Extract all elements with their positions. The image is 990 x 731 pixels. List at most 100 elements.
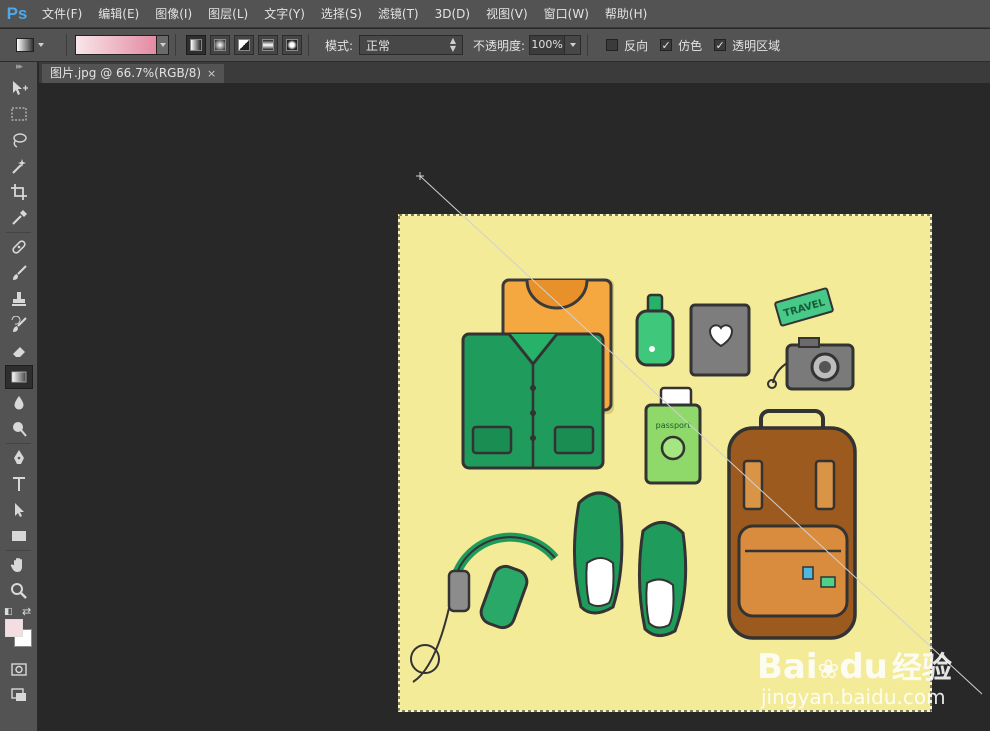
diamond-gradient-icon [286,39,298,51]
angle-gradient-button[interactable] [234,35,254,55]
linear-gradient-icon [190,39,202,51]
blend-mode-select[interactable]: 正常 ▲ ▼ [359,35,464,55]
menu-layer[interactable]: 图层(L) [200,0,256,28]
healing-brush-tool[interactable] [5,235,33,259]
clone-stamp-tool[interactable] [5,287,33,311]
gradient-preview[interactable] [75,35,157,55]
watermark-cn: 经验 [891,651,952,686]
photoshop-logo: Ps [6,3,28,23]
eyedropper-tool[interactable] [5,206,33,230]
chevron-down-icon [569,43,576,47]
watermark-brand: Bai [757,647,818,687]
hand-tool[interactable] [5,553,33,577]
paw-icon: ❀ [817,655,840,685]
menu-file[interactable]: 文件(F) [34,0,90,28]
chevron-down-icon [159,43,166,47]
checkbox-box [606,39,619,51]
transparency-label: 透明区域 [732,38,781,53]
menu-bar: Ps 文件(F) 编辑(E) 图像(I) 图层(L) 文字(Y) 选择(S) 滤… [0,0,990,28]
panel-grip-icon[interactable]: ▸▸ [0,62,37,74]
gradient-tool[interactable] [5,365,33,389]
dither-label: 仿色 [678,38,703,53]
radial-gradient-button[interactable] [210,35,230,55]
menu-select[interactable]: 选择(S) [313,0,370,28]
radial-gradient-icon [214,39,226,51]
menu-window[interactable]: 窗口(W) [536,0,597,28]
screen-mode-button[interactable] [5,683,33,707]
magic-wand-tool[interactable] [5,154,33,178]
history-brush-icon [11,316,27,332]
menu-edit[interactable]: 编辑(E) [90,0,147,28]
blend-mode-value: 正常 [366,38,391,53]
reflected-gradient-button[interactable] [258,35,278,55]
close-icon[interactable]: × [207,64,216,83]
menu-filter[interactable]: 滤镜(T) [370,0,427,28]
watermark-url: jingyan.baidu.com [761,685,946,709]
eraser-icon [13,347,25,357]
blur-tool[interactable] [5,391,33,415]
move-icon [13,81,28,95]
foreground-color-swatch[interactable] [5,619,23,637]
backpack-illustration [727,409,857,640]
gradient-tool-icon [16,38,34,52]
linear-gradient-button[interactable] [186,35,206,55]
watermark-brand-after: du [839,647,888,687]
quick-mask-button[interactable] [5,657,33,681]
gradient-dropdown-button[interactable] [157,35,169,55]
tools-panel: ▸▸ ◧ ⇄ [0,62,38,731]
bandage-icon [12,240,26,254]
menu-image[interactable]: 图像(I) [147,0,200,28]
transparency-checkbox[interactable]: ✓ 透明区域 [714,37,780,54]
hand-icon [10,558,22,572]
menu-type[interactable]: 文字(Y) [256,0,313,28]
divider [587,34,589,56]
shape-tool[interactable] [5,524,33,548]
opacity-label: 不透明度: [473,38,526,53]
default-colors-icon[interactable]: ◧ [4,607,13,617]
menu-view[interactable]: 视图(V) [478,0,536,28]
lasso-icon [13,133,27,148]
type-icon [13,477,25,491]
checkbox-checked-icon: ✓ [660,38,673,52]
rectangle-icon [12,531,26,541]
menu-help[interactable]: 帮助(H) [597,0,655,28]
swap-colors-icon[interactable]: ⇄ [22,605,31,618]
eraser-tool[interactable] [5,339,33,363]
stamp-icon [12,292,26,306]
opacity-input[interactable]: 100% [529,35,566,55]
chevron-down-icon [38,43,44,47]
zoom-tool[interactable] [5,579,33,603]
canvas-view[interactable]: TRAVEL passport [39,83,990,731]
document-tab[interactable]: 图片.jpg @ 66.7%(RGB/8) × [42,64,225,83]
eyedropper-icon [12,210,27,225]
document-image[interactable]: TRAVEL passport [398,214,932,712]
divider [175,34,176,56]
lasso-tool[interactable] [5,128,33,152]
baidu-watermark: Bai❀du 经验 [757,643,952,687]
canvas-workspace[interactable]: TRAVEL passport Bai❀du 经验 jingyan.baidu.… [39,83,990,731]
divider [6,443,31,444]
shirt-illustration [461,332,605,470]
arrow-icon [15,503,24,517]
pen-tool[interactable] [5,446,33,470]
dodge-tool[interactable] [5,417,33,441]
move-tool[interactable] [5,76,33,100]
dither-checkbox[interactable]: ✓ 仿色 [660,37,702,54]
crop-icon [11,184,27,200]
crop-tool[interactable] [5,180,33,204]
marquee-tool[interactable] [5,102,33,126]
history-brush-tool[interactable] [5,313,33,337]
reverse-checkbox[interactable]: 反向 [606,37,648,54]
divider [6,550,31,551]
diamond-gradient-button[interactable] [282,35,302,55]
menu-3d[interactable]: 3D(D) [427,0,478,28]
divider [6,232,31,233]
options-bar: 模式: 正常 ▲ ▼ 不透明度: 100% 反向 ✓ 仿色 ✓ 透明区域 [0,29,990,62]
type-tool[interactable] [5,472,33,496]
tool-preset-picker[interactable] [16,34,60,56]
opacity-slider-button[interactable] [565,35,582,55]
path-selection-tool[interactable] [5,498,33,522]
brush-tool[interactable] [5,261,33,285]
reflected-gradient-icon [262,39,274,51]
document-tab-bar: 图片.jpg @ 66.7%(RGB/8) × [39,62,990,83]
